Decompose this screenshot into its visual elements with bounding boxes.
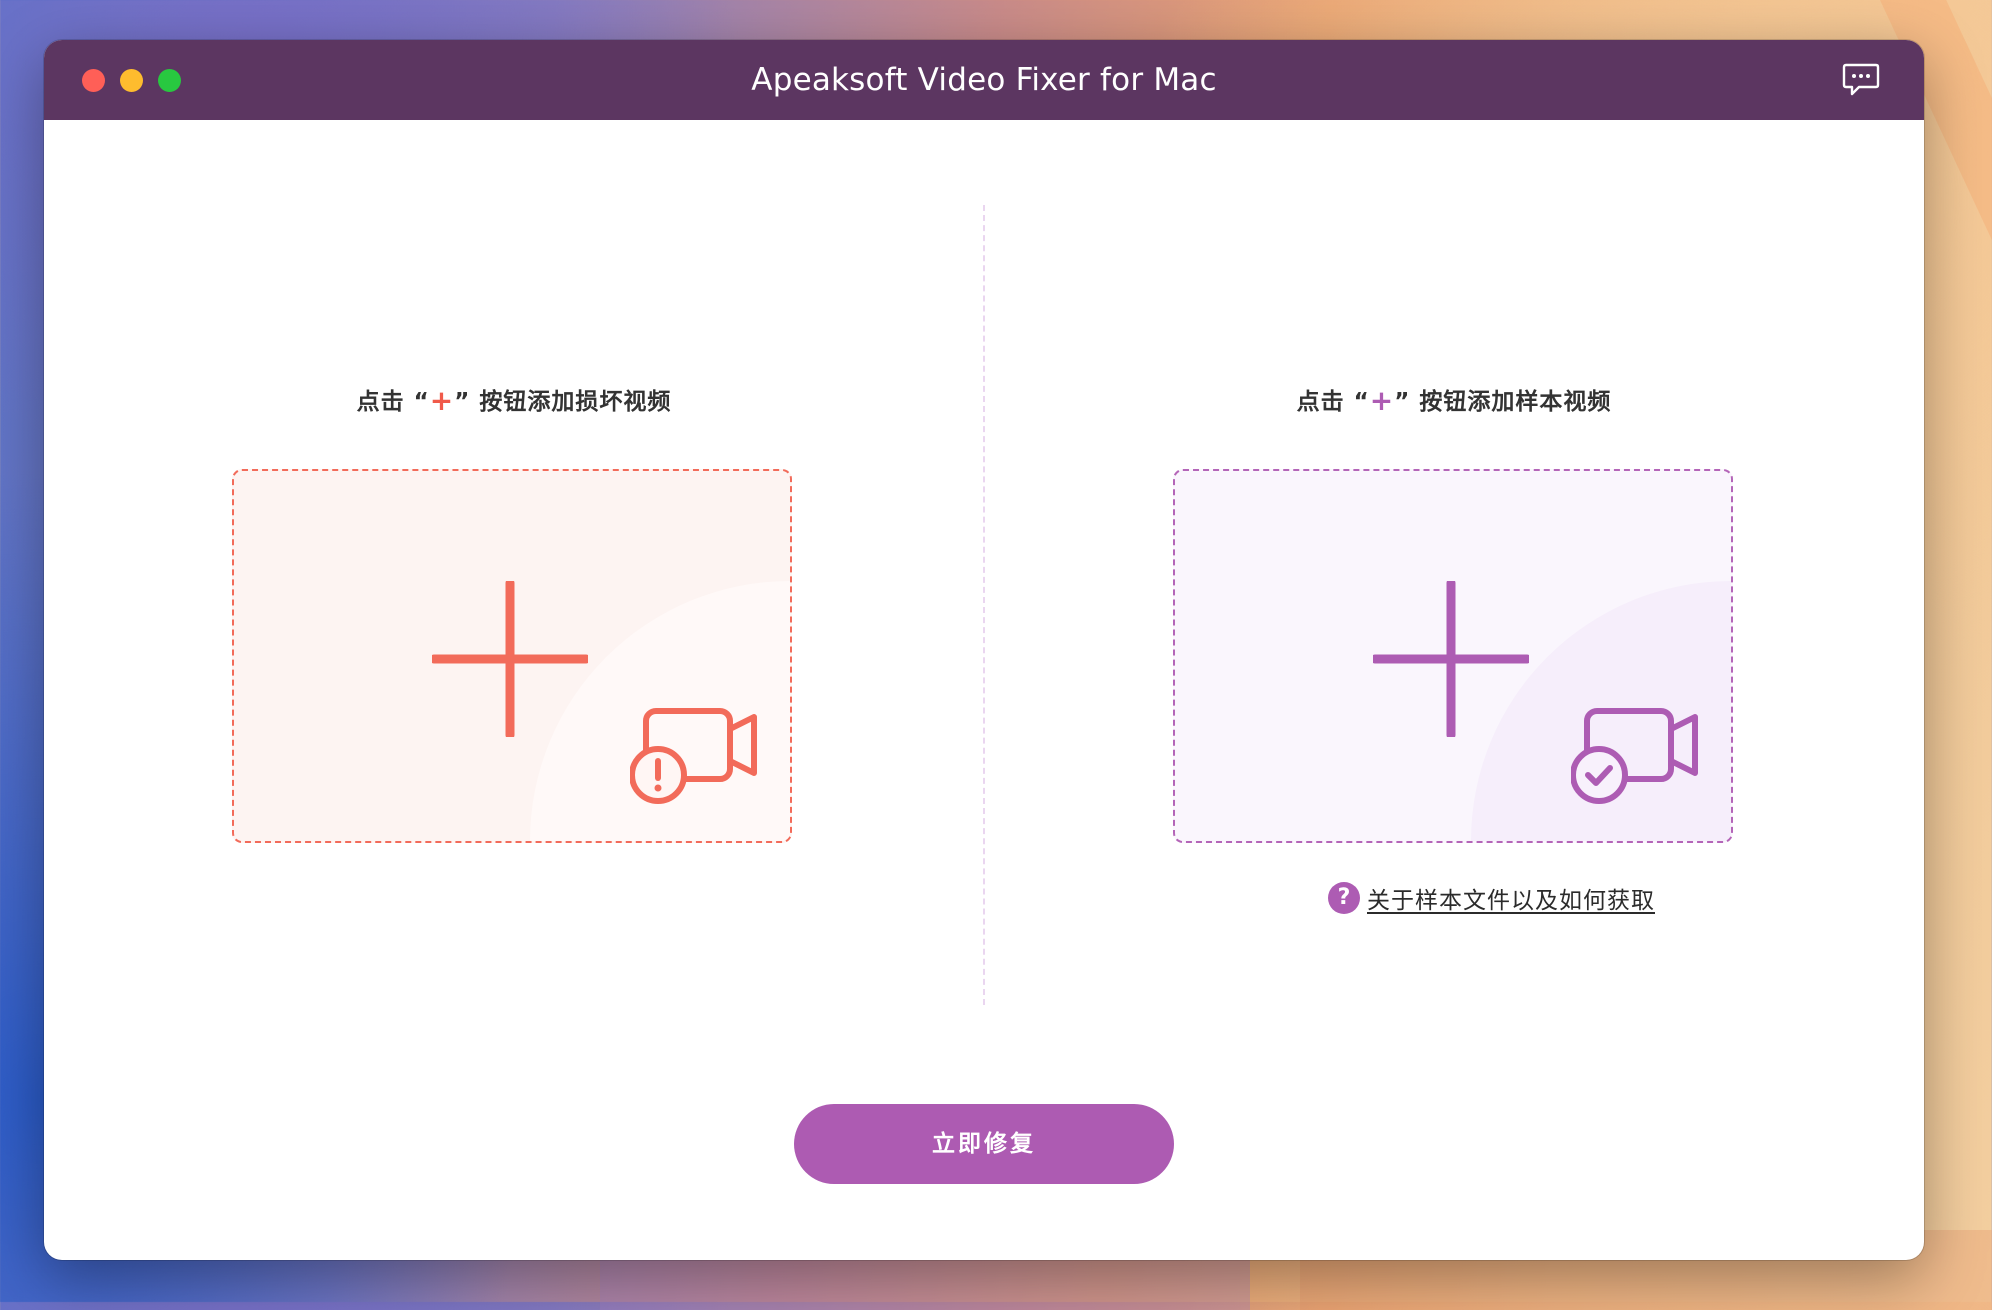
instruction-suffix: ” 按钮添加样本视频: [1394, 389, 1612, 415]
add-sample-video-dropzone[interactable]: [1173, 469, 1733, 843]
add-plus-icon: [432, 581, 588, 737]
video-camera-check-icon: [1571, 708, 1698, 804]
chat-bubble-icon[interactable]: [1842, 62, 1880, 98]
video-camera-warning-icon: [630, 708, 757, 804]
instruction-suffix: ” 按钮添加损坏视频: [454, 389, 672, 415]
instruction-plus-glyph: +: [429, 384, 455, 417]
title-bar: Apeaksoft Video Fixer for Mac: [44, 40, 1924, 120]
app-window: Apeaksoft Video Fixer for Mac 点击 “+” 按钮添…: [44, 40, 1924, 1260]
sample-video-panel: 点击 “+” 按钮添加样本视频 ? 关于样本文件以及如何获取: [984, 120, 1924, 1260]
window-title: Apeaksoft Video Fixer for Mac: [751, 62, 1217, 98]
repair-now-button[interactable]: 立即修复: [794, 1104, 1174, 1184]
help-link-label: 关于样本文件以及如何获取: [1367, 888, 1655, 914]
add-plus-icon: [1373, 581, 1529, 737]
sample-video-instruction: 点击 “+” 按钮添加样本视频: [984, 382, 1924, 417]
instruction-plus-glyph: +: [1369, 384, 1395, 417]
sample-file-help-link[interactable]: ? 关于样本文件以及如何获取: [1328, 881, 1655, 915]
question-icon: ?: [1328, 882, 1360, 914]
instruction-prefix: 点击 “: [1296, 389, 1370, 415]
damaged-video-panel: 点击 “+” 按钮添加损坏视频: [44, 120, 984, 1260]
damaged-video-instruction: 点击 “+” 按钮添加损坏视频: [44, 382, 984, 417]
add-damaged-video-dropzone[interactable]: [232, 469, 792, 843]
instruction-prefix: 点击 “: [356, 389, 430, 415]
